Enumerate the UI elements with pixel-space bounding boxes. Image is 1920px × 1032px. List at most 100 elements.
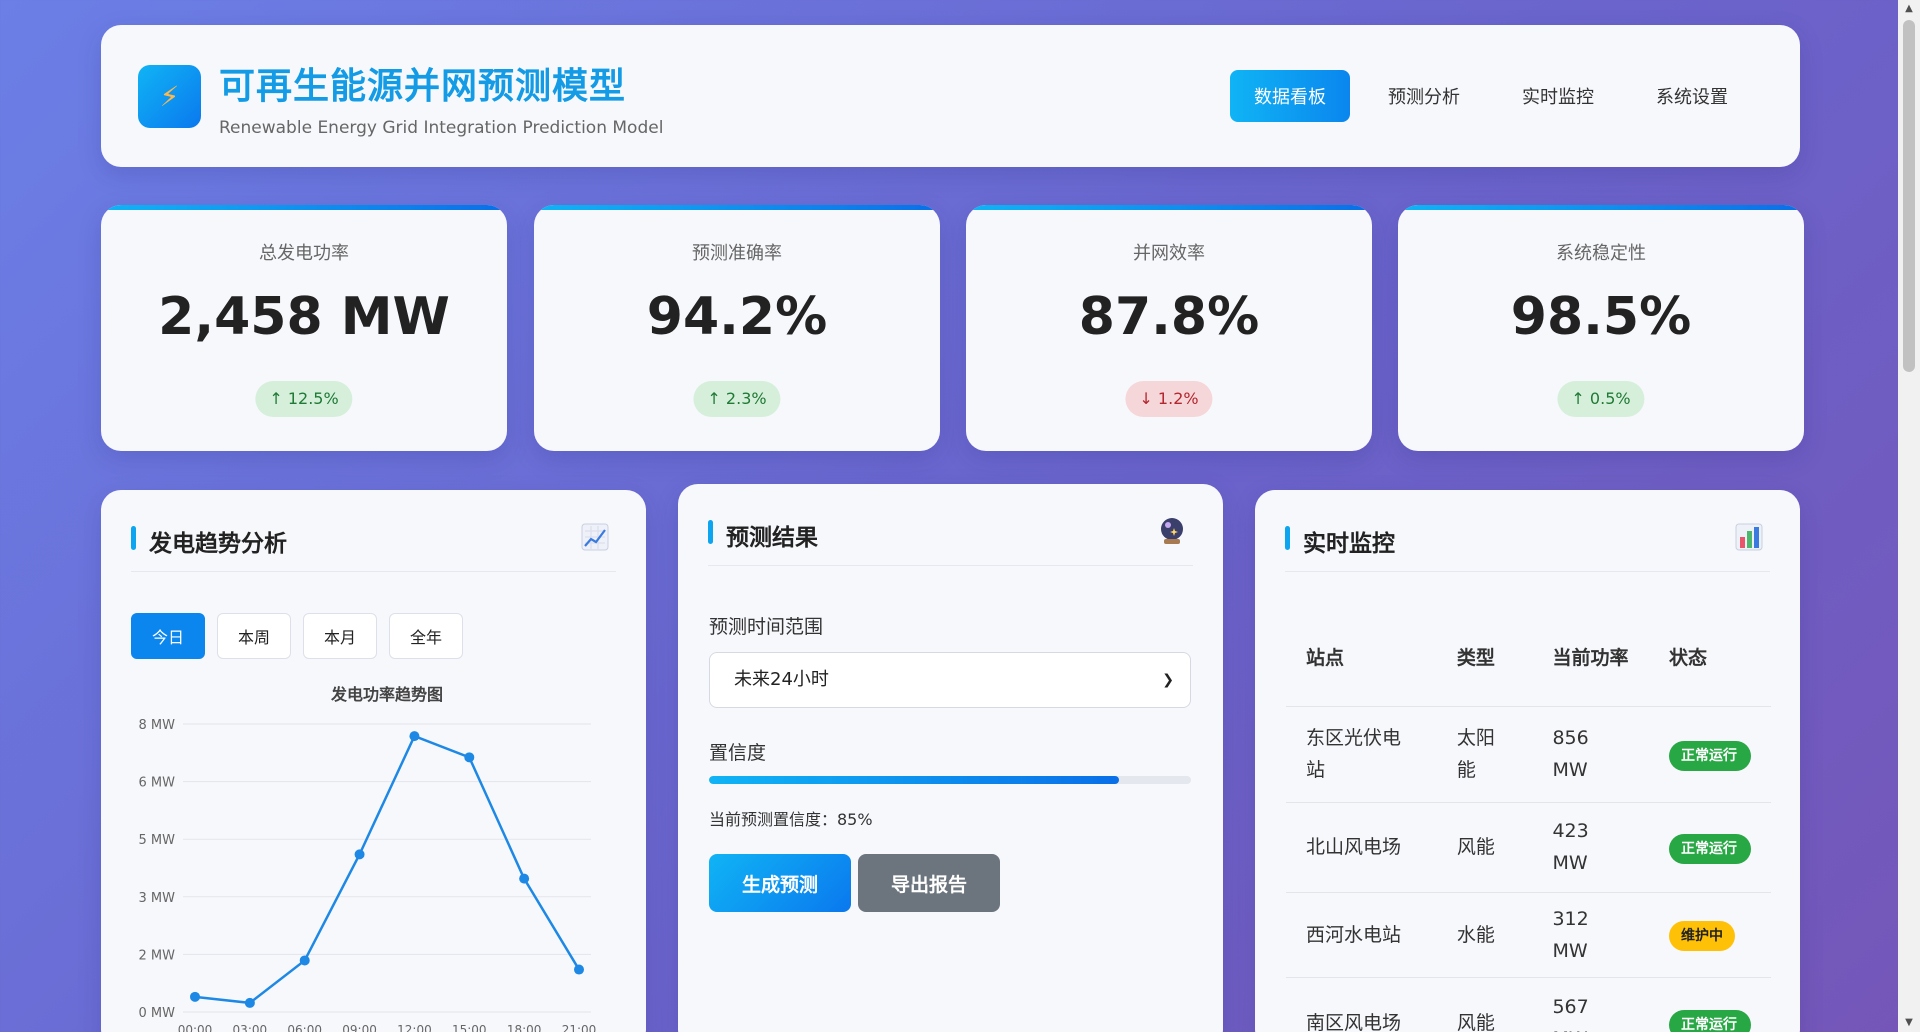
page: ⚡ 可再生能源并网预测模型 Renewable Energy Grid Inte… bbox=[0, 0, 1898, 1032]
station-power: 856 MW bbox=[1532, 706, 1649, 803]
page-scrollbar[interactable]: ▲ ▼ bbox=[1898, 0, 1920, 1032]
data-point bbox=[244, 997, 255, 1008]
prediction-panel: 预测结果 预测时间范围 未来24小时 ❯ 置信度 当前预测置信度：85% 生成预… bbox=[678, 484, 1223, 1032]
crystal-ball-icon bbox=[1161, 518, 1183, 544]
x-tick-label: 15:00 bbox=[452, 1023, 487, 1032]
station-type: 水能 bbox=[1436, 892, 1533, 978]
panel-header: 实时监控 bbox=[1285, 518, 1770, 572]
tab-month[interactable]: 本月 bbox=[303, 613, 377, 659]
range-label: 预测时间范围 bbox=[709, 616, 824, 638]
scroll-down-arrow-icon[interactable]: ▼ bbox=[1898, 1014, 1920, 1032]
station-name: 东区光伏电站 bbox=[1286, 706, 1437, 803]
table-row[interactable]: 南区风电场 风能 567 MW 正常运行 bbox=[1286, 977, 1771, 1032]
x-tick-label: 18:00 bbox=[507, 1023, 542, 1032]
status-badge: 正常运行 bbox=[1669, 740, 1751, 771]
y-tick-label: 8 MW bbox=[139, 718, 176, 733]
station-type: 风能 bbox=[1436, 802, 1533, 893]
x-tick-label: 00:00 bbox=[178, 1023, 213, 1032]
y-tick-label: 2 MW bbox=[139, 948, 176, 963]
status-badge: 正常运行 bbox=[1669, 833, 1751, 864]
range-select[interactable]: 未来24小时 ❯ bbox=[709, 652, 1191, 708]
table-row[interactable]: 东区光伏电站 太阳能 856 MW 正常运行 bbox=[1286, 706, 1771, 803]
station-type: 太阳能 bbox=[1436, 706, 1533, 803]
monitor-panel: 实时监控 站点 类型 当前功率 状态 东区光伏电站 太阳能 856 MW 正常运… bbox=[1255, 490, 1800, 1032]
data-point bbox=[409, 731, 420, 742]
stat-change-badge: ↑ 12.5% bbox=[255, 381, 353, 417]
data-point bbox=[354, 849, 365, 860]
prediction-title: 预测结果 bbox=[708, 518, 818, 552]
station-power: 312 MW bbox=[1532, 892, 1649, 978]
app-subtitle: Renewable Energy Grid Integration Predic… bbox=[219, 118, 664, 138]
data-point bbox=[299, 955, 310, 966]
y-tick-label: 6 MW bbox=[139, 776, 176, 791]
table-header-row: 站点 类型 当前功率 状态 bbox=[1286, 608, 1771, 707]
data-point bbox=[519, 873, 530, 884]
scrollbar-thumb[interactable] bbox=[1903, 20, 1915, 372]
app-header: ⚡ 可再生能源并网预测模型 Renewable Energy Grid Inte… bbox=[101, 25, 1800, 167]
stat-label: 总发电功率 bbox=[259, 243, 349, 264]
export-report-button[interactable]: 导出报告 bbox=[858, 854, 1000, 912]
trend-panel: 发电趋势分析 今日 本周 本月 全年 发电功率趋势图 0 MW 2 MW 3 MW 5 … bbox=[101, 490, 646, 1032]
range-select-value: 未来24小时 bbox=[734, 669, 829, 690]
tab-year[interactable]: 全年 bbox=[389, 613, 463, 659]
tab-week[interactable]: 本周 bbox=[217, 613, 291, 659]
station-type: 风能 bbox=[1436, 977, 1533, 1032]
stat-card-stability: 系统稳定性 98.5% ↑ 0.5% bbox=[1398, 205, 1804, 451]
station-name: 西河水电站 bbox=[1286, 892, 1437, 978]
confidence-label: 置信度 bbox=[709, 742, 767, 764]
x-tick-label: 06:00 bbox=[287, 1023, 322, 1032]
x-tick-label: 12:00 bbox=[397, 1023, 432, 1032]
table-row[interactable]: 北山风电场 风能 423 MW 正常运行 bbox=[1286, 802, 1771, 893]
confidence-progress-bar bbox=[709, 776, 1191, 784]
stat-value: 2,458 MW bbox=[158, 287, 450, 347]
panel-header: 预测结果 bbox=[708, 512, 1193, 566]
app-title: 可再生能源并网预测模型 bbox=[219, 66, 627, 107]
x-tick-label: 21:00 bbox=[562, 1023, 597, 1032]
scroll-up-arrow-icon[interactable]: ▲ bbox=[1898, 0, 1920, 18]
stat-change-badge: ↓ 1.2% bbox=[1125, 381, 1213, 417]
tab-today[interactable]: 今日 bbox=[131, 613, 205, 659]
period-tabs: 今日 本周 本月 全年 bbox=[131, 613, 463, 659]
stat-label: 系统稳定性 bbox=[1556, 243, 1646, 264]
stat-value: 94.2% bbox=[646, 287, 828, 347]
status-cell: 正常运行 bbox=[1649, 706, 1771, 803]
stat-change-badge: ↑ 2.3% bbox=[693, 381, 781, 417]
chart-title: 发电功率趋势图 bbox=[330, 685, 443, 704]
lightning-icon: ⚡ bbox=[138, 65, 201, 128]
monitor-title: 实时监控 bbox=[1285, 524, 1395, 558]
x-tick-label: 09:00 bbox=[342, 1023, 377, 1032]
main-nav: 数据看板 预测分析 实时监控 系统设置 bbox=[1230, 70, 1752, 122]
data-point bbox=[574, 964, 584, 975]
status-badge: 正常运行 bbox=[1669, 1009, 1751, 1032]
status-cell: 正常运行 bbox=[1649, 977, 1771, 1032]
status-cell: 维护中 bbox=[1649, 892, 1771, 978]
nav-monitoring[interactable]: 实时监控 bbox=[1498, 70, 1618, 122]
generate-prediction-button[interactable]: 生成预测 bbox=[709, 854, 851, 912]
nav-settings[interactable]: 系统设置 bbox=[1632, 70, 1752, 122]
stat-change-badge: ↑ 0.5% bbox=[1557, 381, 1645, 417]
series-line bbox=[194, 734, 581, 1005]
table-row[interactable]: 西河水电站 水能 312 MW 维护中 bbox=[1286, 892, 1771, 978]
nav-prediction[interactable]: 预测分析 bbox=[1364, 70, 1484, 122]
stat-card-grid-efficiency: 并网效率 87.8% ↓ 1.2% bbox=[966, 205, 1372, 451]
stat-card-total-power: 总发电功率 2,458 MW ↑ 12.5% bbox=[101, 205, 507, 451]
power-trend-chart: 发电功率趋势图 0 MW 2 MW 3 MW 5 MW 6 MW 8 MW 00:00 03:0… bbox=[139, 685, 597, 1032]
station-table: 站点 类型 当前功率 状态 东区光伏电站 太阳能 856 MW 正常运行 北山风… bbox=[1286, 608, 1771, 1032]
col-status: 状态 bbox=[1649, 608, 1771, 707]
stat-label: 预测准确率 bbox=[692, 243, 782, 264]
x-tick-label: 03:00 bbox=[233, 1023, 268, 1032]
trend-title: 发电趋势分析 bbox=[131, 524, 287, 558]
chevron-down-icon: ❯ bbox=[1162, 672, 1174, 688]
station-power: 423 MW bbox=[1532, 802, 1649, 893]
y-tick-label: 5 MW bbox=[139, 833, 176, 848]
y-tick-label: 3 MW bbox=[139, 891, 176, 906]
confidence-progress-fill bbox=[709, 776, 1119, 784]
nav-dashboard[interactable]: 数据看板 bbox=[1230, 70, 1350, 122]
col-type: 类型 bbox=[1436, 608, 1533, 707]
status-badge: 维护中 bbox=[1669, 921, 1735, 951]
panel-header: 发电趋势分析 bbox=[131, 518, 616, 572]
station-name: 北山风电场 bbox=[1286, 802, 1437, 893]
bar-chart-icon bbox=[1735, 523, 1763, 551]
data-point bbox=[464, 752, 475, 763]
stat-value: 87.8% bbox=[1078, 287, 1260, 347]
